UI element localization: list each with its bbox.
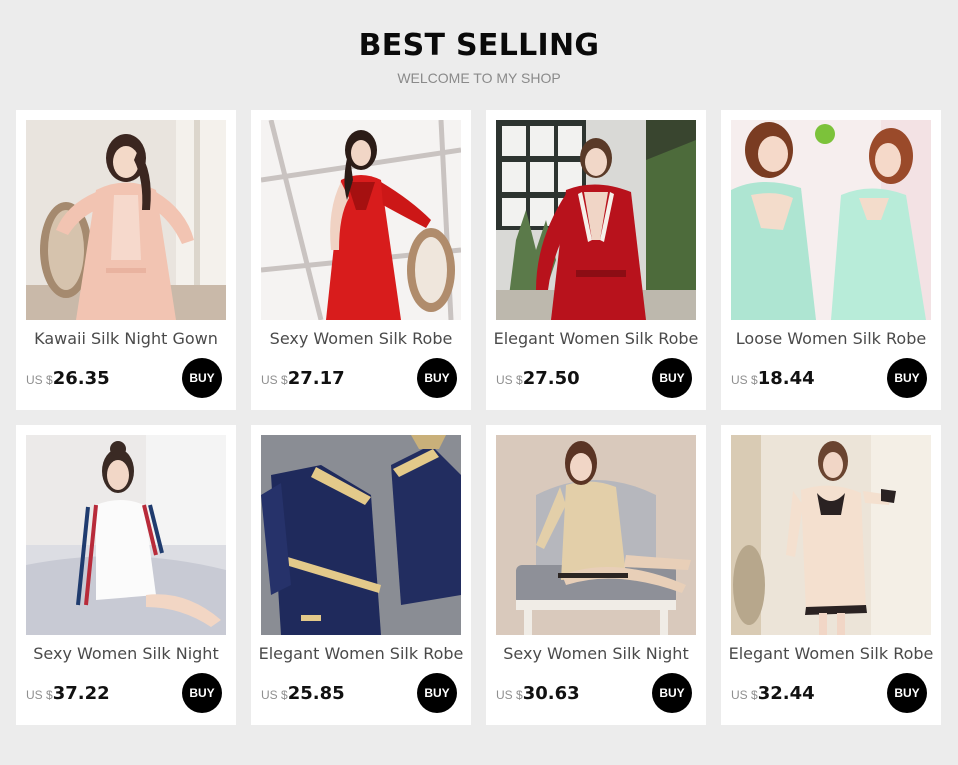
price-currency: US $ — [26, 688, 53, 702]
product-card[interactable]: Elegant Women Silk Robe US $25.85 BUY — [251, 425, 471, 725]
product-card[interactable]: Kawaii Silk Night Gown US $26.35 BUY — [16, 110, 236, 410]
buy-button[interactable]: BUY — [652, 673, 692, 713]
price-amount: 30.63 — [522, 683, 580, 704]
buy-button[interactable]: BUY — [417, 358, 457, 398]
price-amount: 25.85 — [287, 683, 345, 704]
price-currency: US $ — [26, 373, 53, 387]
price-amount: 27.50 — [522, 368, 580, 389]
price-currency: US $ — [496, 373, 523, 387]
price-currency: US $ — [731, 688, 758, 702]
price-currency: US $ — [261, 373, 288, 387]
product-price: US $32.44 — [731, 683, 815, 704]
product-price: US $25.85 — [261, 683, 345, 704]
product-image[interactable] — [261, 120, 461, 320]
product-price: US $26.35 — [26, 368, 110, 389]
product-card[interactable]: Sexy Women Silk Night US $37.22 BUY — [16, 425, 236, 725]
price-amount: 37.22 — [52, 683, 110, 704]
buy-button[interactable]: BUY — [182, 673, 222, 713]
product-card[interactable]: Sexy Women Silk Robe US $27.17 BUY — [251, 110, 471, 410]
product-price: US $37.22 — [26, 683, 110, 704]
section-subtitle: WELCOME TO MY SHOP — [397, 70, 561, 86]
price-currency: US $ — [731, 373, 758, 387]
price-currency: US $ — [261, 688, 288, 702]
product-grid: Kawaii Silk Night Gown US $26.35 BUY Sex… — [16, 110, 941, 725]
product-name[interactable]: Kawaii Silk Night Gown — [16, 328, 236, 350]
buy-button[interactable]: BUY — [182, 358, 222, 398]
product-card[interactable]: Loose Women Silk Robe US $18.44 BUY — [721, 110, 941, 410]
product-name[interactable]: Sexy Women Silk Night — [16, 643, 236, 665]
product-price: US $27.17 — [261, 368, 345, 389]
product-price: US $18.44 — [731, 368, 815, 389]
product-name[interactable]: Elegant Women Silk Robe — [486, 328, 706, 350]
product-card[interactable]: Elegant Women Silk Robe US $32.44 BUY — [721, 425, 941, 725]
buy-button[interactable]: BUY — [652, 358, 692, 398]
product-name[interactable]: Elegant Women Silk Robe — [721, 643, 941, 665]
product-card[interactable]: Elegant Women Silk Robe US $27.50 BUY — [486, 110, 706, 410]
price-currency: US $ — [496, 688, 523, 702]
buy-button[interactable]: BUY — [417, 673, 457, 713]
product-price: US $30.63 — [496, 683, 580, 704]
product-image[interactable] — [496, 120, 696, 320]
price-amount: 32.44 — [757, 683, 815, 704]
product-name[interactable]: Sexy Women Silk Robe — [251, 328, 471, 350]
product-image[interactable] — [496, 435, 696, 635]
buy-button[interactable]: BUY — [887, 673, 927, 713]
price-amount: 26.35 — [52, 368, 110, 389]
product-image[interactable] — [26, 435, 226, 635]
buy-button[interactable]: BUY — [887, 358, 927, 398]
section-header: BEST SELLING WELCOME TO MY SHOP — [0, 26, 958, 87]
product-price: US $27.50 — [496, 368, 580, 389]
price-amount: 18.44 — [757, 368, 815, 389]
product-image[interactable] — [26, 120, 226, 320]
product-name[interactable]: Elegant Women Silk Robe — [251, 643, 471, 665]
product-card[interactable]: Sexy Women Silk Night US $30.63 BUY — [486, 425, 706, 725]
product-name[interactable]: Sexy Women Silk Night — [486, 643, 706, 665]
section-title: BEST SELLING — [358, 28, 600, 63]
price-amount: 27.17 — [287, 368, 345, 389]
product-image[interactable] — [261, 435, 461, 635]
product-image[interactable] — [731, 435, 931, 635]
product-name[interactable]: Loose Women Silk Robe — [721, 328, 941, 350]
product-image[interactable] — [731, 120, 931, 320]
